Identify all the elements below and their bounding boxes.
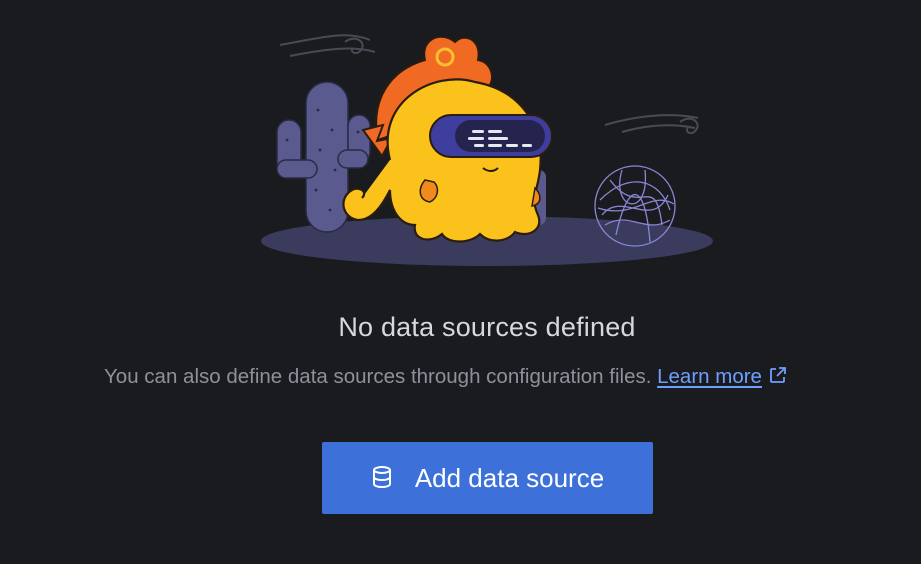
add-data-source-button[interactable]: Add data source (322, 442, 653, 514)
empty-state-page: No data sources defined You can also def… (0, 0, 921, 564)
empty-state-description-row: You can also define data sources through… (104, 365, 788, 391)
grafana-mascot-illustration (261, 34, 713, 266)
learn-more-link[interactable]: Learn more (657, 365, 762, 388)
database-icon (371, 465, 393, 492)
external-link-icon[interactable] (768, 365, 788, 391)
empty-state-title: No data sources defined (338, 312, 636, 342)
add-data-source-label: Add data source (414, 462, 605, 493)
mascot-body (342, 78, 542, 243)
learn-more-label: Learn more (657, 365, 762, 388)
empty-state-description: You can also define data sources through… (104, 365, 652, 388)
